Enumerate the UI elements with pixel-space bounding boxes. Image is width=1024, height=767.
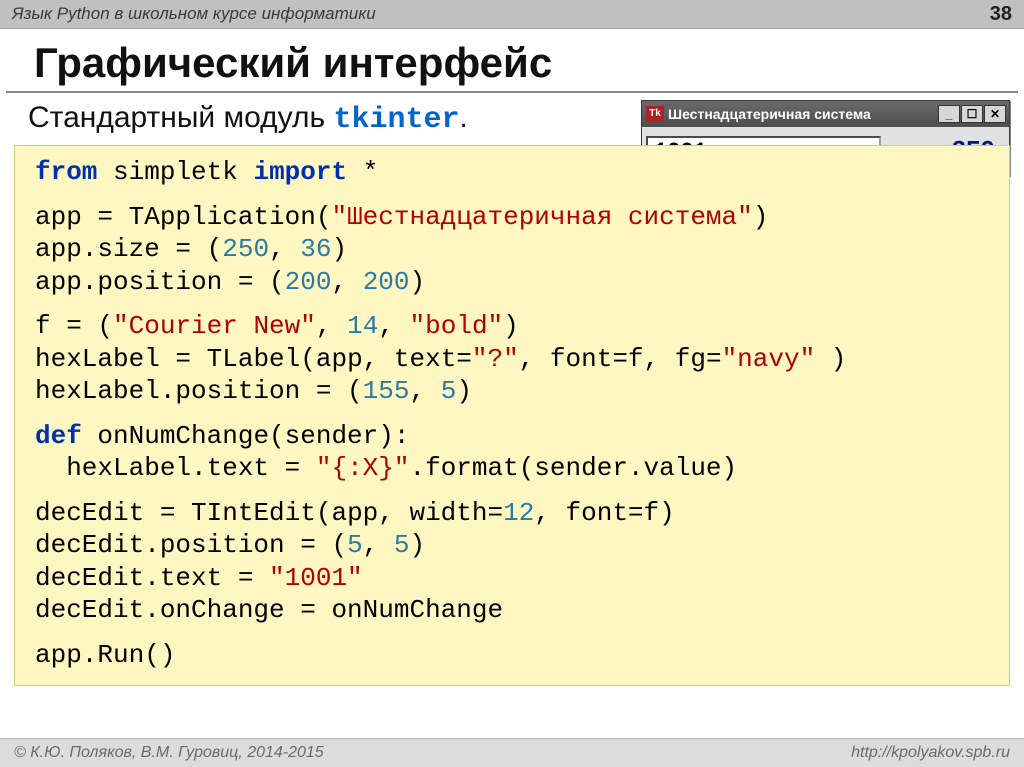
code-block-4: def onNumChange(sender): hexLabel.text =… [35,420,989,485]
subtitle-text: Стандартный модуль [28,101,333,134]
code-listing: from simpletk import * app = TApplicatio… [14,145,1010,686]
slide: Язык Python в школьном курсе информатики… [0,0,1024,767]
code-line: def onNumChange(sender): [35,420,989,453]
code-line: hexLabel = TLabel(app, text="?", font=f,… [35,343,989,376]
code-line: from simpletk import * [35,156,989,189]
code-block-1: from simpletk import * [35,156,989,189]
header-bar: Язык Python в школьном курсе информатики… [0,0,1024,29]
close-button[interactable]: ✕ [984,105,1006,123]
code-line: decEdit = TIntEdit(app, width=12, font=f… [35,497,989,530]
maximize-button[interactable]: ☐ [961,105,983,123]
code-line: decEdit.onChange = onNumChange [35,594,989,627]
code-block-3: f = ("Courier New", 14, "bold") hexLabel… [35,310,989,408]
code-block-6: app.Run() [35,639,989,672]
code-line: decEdit.text = "1001" [35,562,989,595]
tk-icon: Tk [646,106,664,122]
breadcrumb: Язык Python в школьном курсе информатики [12,4,376,24]
slide-title: Графический интерфейс [6,29,1018,93]
code-line: app.position = (200, 200) [35,266,989,299]
window-titlebar[interactable]: Tk Шестнадцатеричная система _ ☐ ✕ [642,101,1009,127]
code-line: hexLabel.position = (155, 5) [35,375,989,408]
code-block-5: decEdit = TIntEdit(app, width=12, font=f… [35,497,989,627]
code-line: app.Run() [35,639,989,672]
code-line: decEdit.position = (5, 5) [35,529,989,562]
footer-bar: © К.Ю. Поляков, В.М. Гуровиц, 2014-2015 … [0,738,1024,767]
minimize-button[interactable]: _ [938,105,960,123]
code-line: app.size = (250, 36) [35,233,989,266]
footer-copyright: © К.Ю. Поляков, В.М. Гуровиц, 2014-2015 [14,744,324,762]
code-block-2: app = TApplication("Шестнадцатеричная си… [35,201,989,299]
window-title: Шестнадцатеричная система [668,106,934,122]
window-buttons: _ ☐ ✕ [938,105,1006,123]
code-line: hexLabel.text = "{:X}".format(sender.val… [35,452,989,485]
code-line: app = TApplication("Шестнадцатеричная си… [35,201,989,234]
subtitle-period: . [460,101,468,134]
footer-link[interactable]: http://kpolyakov.spb.ru [851,744,1010,762]
page-number: 38 [990,3,1012,26]
module-name: tkinter [333,103,459,137]
code-line: f = ("Courier New", 14, "bold") [35,310,989,343]
